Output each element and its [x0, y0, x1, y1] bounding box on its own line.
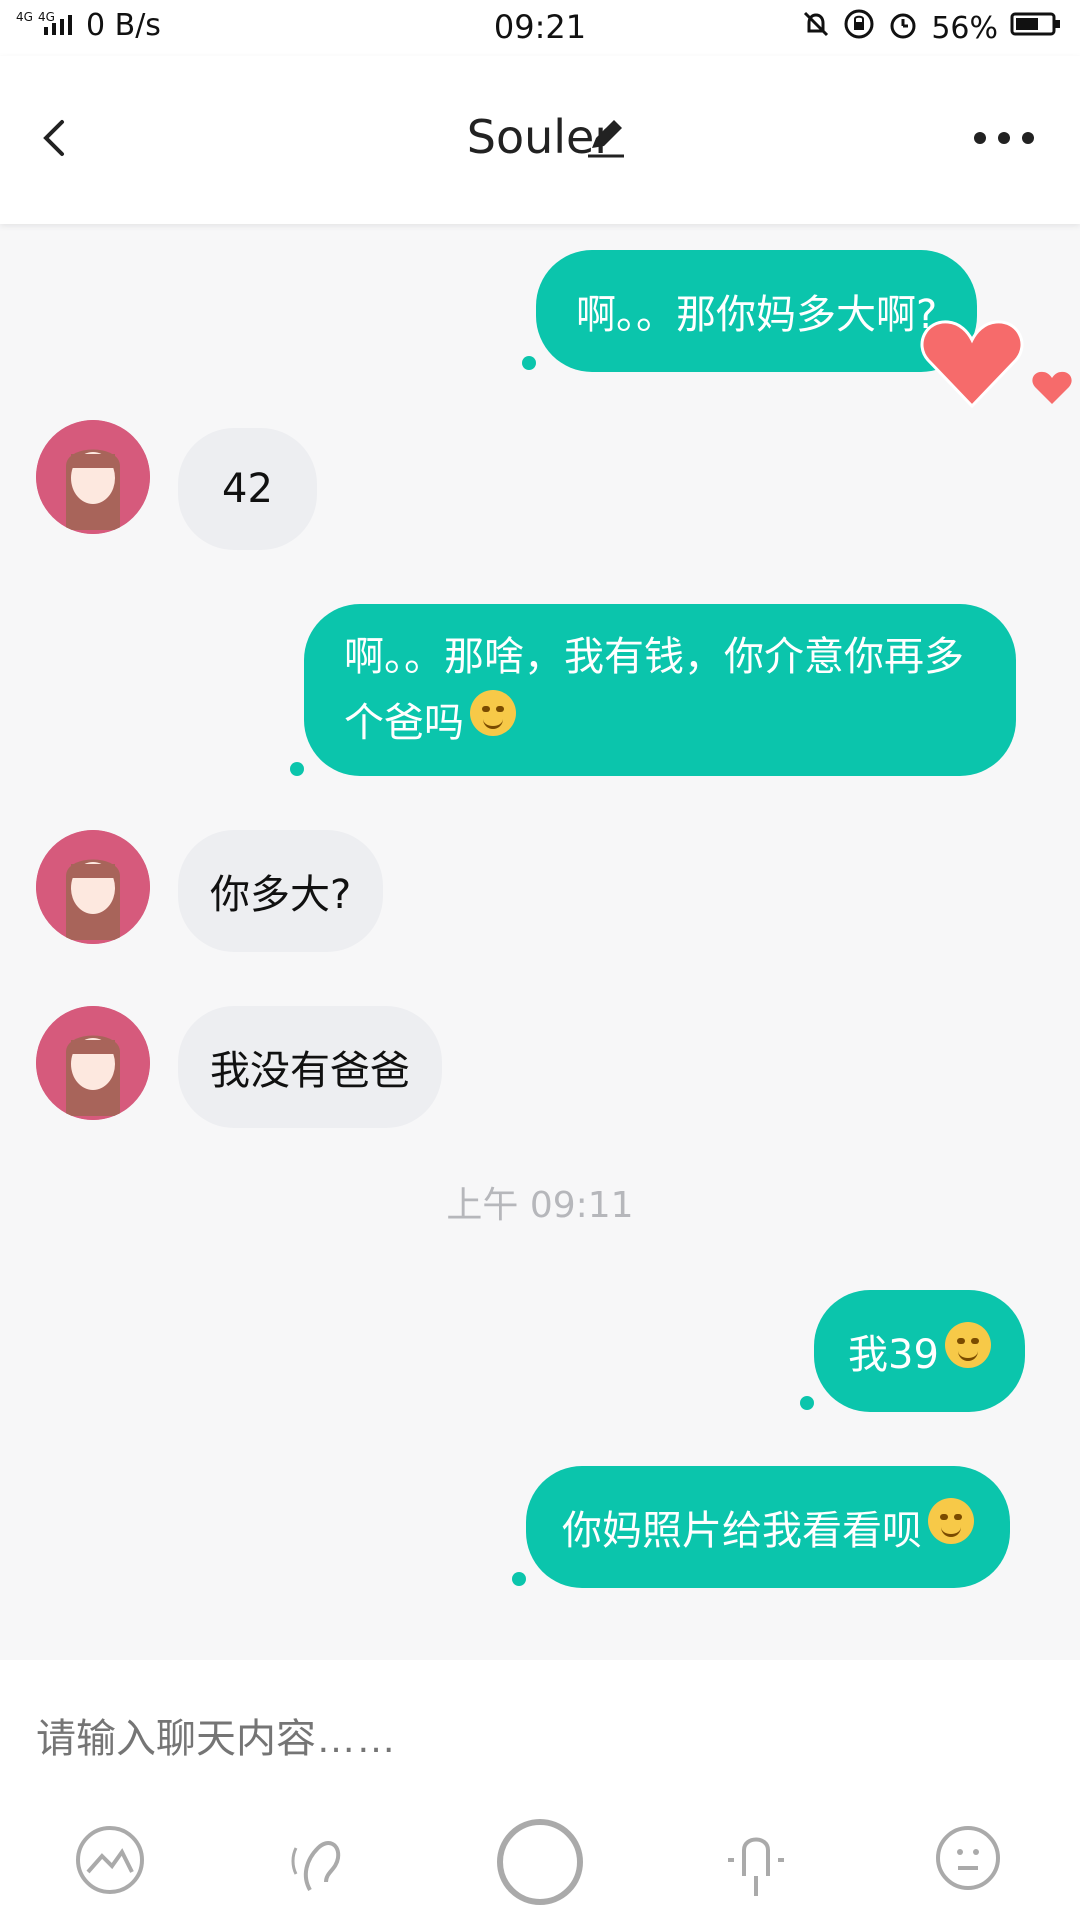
message-text: 我没有爸爸 — [210, 1048, 410, 1094]
sent-dot-indicator — [512, 1572, 526, 1586]
emoji-icon — [936, 1826, 1000, 1890]
avatar[interactable] — [36, 1006, 150, 1120]
mic-icon — [728, 1837, 784, 1896]
image-button[interactable] — [70, 1820, 150, 1900]
message-bubble[interactable]: 你多大? — [178, 830, 384, 952]
page-title: Souler — [466, 110, 614, 164]
chat-header: Souler — [0, 56, 1080, 224]
alarm-icon — [887, 8, 919, 48]
voice-record-icon — [497, 1819, 583, 1905]
avatar-illustration — [36, 830, 150, 944]
message-bubble[interactable]: 啊。。那你妈多大啊? — [536, 250, 978, 372]
sent-dot-indicator — [522, 356, 536, 370]
edit-icon[interactable] — [582, 114, 630, 162]
relieved-face-icon — [470, 690, 516, 736]
battery-icon — [1010, 10, 1062, 46]
composer-toolbar — [0, 1800, 1080, 1920]
rotation-lock-icon — [843, 8, 875, 48]
message-other: 我没有爸爸 — [178, 1006, 442, 1128]
battery-percent: 56% — [931, 10, 998, 46]
image-icon — [76, 1826, 144, 1894]
message-text: 啊。。那你妈多大啊? — [576, 292, 938, 338]
message-me: 我39 — [814, 1290, 1025, 1412]
avatar-illustration — [36, 1006, 150, 1120]
chat-input[interactable] — [34, 1708, 1038, 1770]
message-text: 42 — [222, 466, 273, 512]
message-bubble[interactable]: 啊。。那啥，我有钱，你介意你再多个爸吗 — [304, 604, 1016, 776]
mute-bell-icon — [801, 9, 831, 47]
message-text: 我39 — [848, 1322, 991, 1380]
message-bubble[interactable]: 我39 — [814, 1290, 1025, 1412]
more-options-button[interactable] — [972, 126, 1036, 150]
message-other: 你多大? — [178, 830, 384, 952]
message-other: 42 — [178, 428, 317, 550]
avatar[interactable] — [36, 420, 150, 534]
timestamp: 上午 09:11 — [446, 1185, 634, 1226]
message-bubble[interactable]: 42 — [178, 428, 317, 550]
message-me: 啊。。那你妈多大啊? — [536, 250, 978, 372]
message-bubble[interactable]: 我没有爸爸 — [178, 1006, 442, 1128]
message-text: 你多大? — [210, 872, 352, 918]
heart-icon — [1032, 370, 1072, 410]
sent-dot-indicator — [800, 1396, 814, 1410]
composer — [0, 1660, 1080, 1920]
message-text: 啊。。那啥，我有钱，你介意你再多个爸吗 — [344, 634, 964, 746]
message-bubble[interactable]: 你妈照片给我看看呗 — [526, 1466, 1010, 1588]
thinking-face-icon — [928, 1498, 974, 1544]
bubble-icon — [291, 1841, 341, 1891]
chat-list[interactable]: 啊。。那你妈多大啊? 42 啊。。那啥，我有钱，你介意你再多个爸吗 你多大? 我… — [0, 224, 1080, 1660]
whisper-button[interactable] — [282, 1820, 362, 1900]
message-me: 你妈照片给我看看呗 — [526, 1466, 1010, 1588]
emoji-button[interactable] — [928, 1820, 1008, 1900]
more-dots-icon — [974, 132, 1034, 144]
avatar[interactable] — [36, 830, 150, 944]
status-bar: 4G 4G 0 B/s 09:21 56% — [0, 0, 1080, 56]
voice-record-button[interactable] — [496, 1818, 584, 1906]
message-text: 你妈照片给我看看呗 — [562, 1498, 974, 1556]
avatar-illustration — [36, 420, 150, 534]
upside-down-face-icon — [944, 1322, 991, 1368]
status-right: 56% — [801, 8, 1062, 48]
mic-button[interactable] — [716, 1820, 796, 1900]
heart-icon — [920, 316, 1024, 416]
message-me: 啊。。那啥，我有钱，你介意你再多个爸吗 — [304, 604, 1016, 776]
sent-dot-indicator — [290, 762, 304, 776]
